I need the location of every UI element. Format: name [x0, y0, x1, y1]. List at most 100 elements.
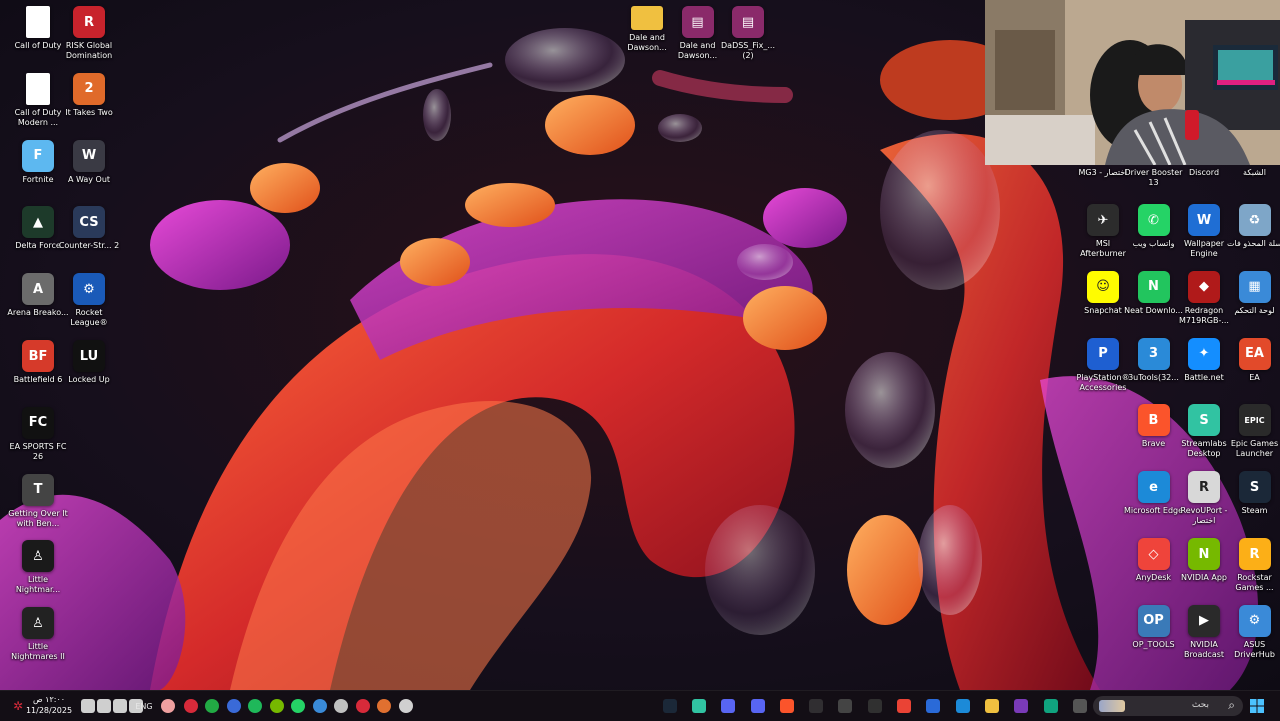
- file-explorer-icon: [985, 699, 999, 713]
- desktop-shortcut[interactable]: ♙Little Nightmares II: [12, 607, 64, 662]
- tray-green-button[interactable]: [245, 691, 267, 721]
- edge-button[interactable]: [948, 691, 977, 721]
- desktop-shortcut[interactable]: MG3 - اختصار: [1077, 168, 1129, 178]
- delta-force-icon: ▲: [22, 206, 54, 238]
- desktop-shortcut[interactable]: ◇AnyDesk: [1128, 538, 1180, 583]
- hammer-icon: T: [22, 474, 54, 506]
- steam-button[interactable]: [655, 691, 684, 721]
- desktop-shortcut-label: لوحة التحكم: [1224, 306, 1280, 316]
- desktop-shortcut[interactable]: WA Way Out: [63, 140, 115, 185]
- desktop-shortcut[interactable]: ✆واتساب ويب: [1128, 204, 1180, 249]
- store-button[interactable]: [919, 691, 948, 721]
- desktop-shortcut[interactable]: SStreamlabs Desktop: [1178, 404, 1230, 459]
- file-explorer-button[interactable]: [977, 691, 1006, 721]
- desktop-shortcut[interactable]: ▤DaDSS_Fix_... (2): [722, 6, 774, 61]
- desktop-shortcut[interactable]: eMicrosoft Edge: [1128, 471, 1180, 516]
- desktop-shortcut[interactable]: PPlayStation® Accessories: [1077, 338, 1129, 393]
- desktop-shortcut[interactable]: 2It Takes Two: [63, 73, 115, 118]
- tray-blue-button[interactable]: [223, 691, 245, 721]
- tray-update-button[interactable]: [309, 691, 331, 721]
- start-button[interactable]: [1247, 691, 1267, 721]
- desktop-shortcut[interactable]: FFortnite: [12, 140, 64, 185]
- desktop-shortcut[interactable]: BBrave: [1128, 404, 1180, 449]
- anydesk-icon: ◇: [1138, 538, 1170, 570]
- tray-red-icon: [184, 699, 198, 713]
- language-indicator[interactable]: ENG: [132, 691, 156, 721]
- tray-steam-button[interactable]: [331, 691, 353, 721]
- wifi-button[interactable]: [96, 691, 112, 721]
- desktop-shortcut-label: Rockstar Games ...: [1224, 573, 1280, 593]
- desktop-shortcut[interactable]: ◆Redragon M719RGB-...: [1178, 271, 1230, 326]
- app-button[interactable]: [831, 691, 860, 721]
- nvidia-broadcast-icon: ▶: [1188, 605, 1220, 637]
- notification-button[interactable]: [80, 691, 96, 721]
- desktop-shortcut[interactable]: ♻سلة المحذو فات: [1229, 204, 1280, 249]
- system-clock[interactable]: ١٢:٠٠ ص 11/28/2025: [24, 694, 74, 716]
- desktop-shortcut[interactable]: AArena Breako...: [12, 273, 64, 318]
- desktop-shortcut[interactable]: OPOP_TOOLS: [1128, 605, 1180, 650]
- tray-play-button[interactable]: [202, 691, 224, 721]
- desktop-shortcut[interactable]: Dale and Dawson...: [621, 6, 673, 53]
- desktop-shortcut[interactable]: ▦لوحة التحكم: [1229, 271, 1280, 316]
- game-app-button[interactable]: [1007, 691, 1036, 721]
- speedometer-button[interactable]: [860, 691, 889, 721]
- discord-button[interactable]: [743, 691, 772, 721]
- desktop-shortcut[interactable]: ⚙Rocket League®: [63, 273, 115, 328]
- desktop-shortcut[interactable]: WWallpaper Engine: [1178, 204, 1230, 259]
- desktop-shortcut[interactable]: ☺Snapchat: [1077, 271, 1129, 316]
- desktop-shortcut[interactable]: FCEA SPORTS FC 26: [12, 407, 64, 462]
- desktop-shortcut[interactable]: NNeat Downlo...: [1128, 271, 1180, 316]
- tray-gear-icon: [399, 699, 413, 713]
- chrome-button[interactable]: [889, 691, 918, 721]
- fc26-icon: FC: [22, 407, 54, 439]
- streamlabs-button[interactable]: [684, 691, 713, 721]
- desktop-shortcut[interactable]: TGetting Over It with Ben...: [12, 474, 64, 529]
- desktop-shortcut[interactable]: ▤Dale and Dawson...: [672, 6, 724, 61]
- tray-record-icon: [356, 699, 370, 713]
- desktop-shortcut[interactable]: CSCounter-Str... 2: [63, 206, 115, 251]
- clock-date: 11/28/2025: [24, 705, 74, 716]
- desktop-shortcut[interactable]: ♙Little Nightmar...: [12, 540, 64, 595]
- desktop-shortcut[interactable]: 33uTools(32...: [1128, 338, 1180, 383]
- obs-button[interactable]: [802, 691, 831, 721]
- desktop-shortcut[interactable]: ⚙ASUS DriverHub: [1229, 605, 1280, 660]
- desktop-shortcut[interactable]: EAEA: [1229, 338, 1280, 383]
- desktop-shortcut[interactable]: RRockstar Games ...: [1229, 538, 1280, 593]
- desktop-shortcut[interactable]: SSteam: [1229, 471, 1280, 516]
- search-thumbnail: [1099, 700, 1125, 712]
- desktop-shortcut-label: It Takes Two: [58, 108, 120, 118]
- desktop-shortcut[interactable]: ✈MSI Afterburner: [1077, 204, 1129, 259]
- desktop-shortcut[interactable]: الشبكة: [1229, 168, 1280, 178]
- brave-icon: [780, 699, 794, 713]
- desktop-shortcut[interactable]: EPICEpic Games Launcher: [1229, 404, 1280, 459]
- desktop-shortcut[interactable]: ▲Delta Force: [12, 206, 64, 251]
- desktop-shortcut[interactable]: ▶NVIDIA Broadcast: [1178, 605, 1230, 660]
- tray-app-button[interactable]: [374, 691, 396, 721]
- locked-up-icon: LU: [73, 340, 105, 372]
- whatsapp-icon: ✆: [1138, 204, 1170, 236]
- chatgpt-button[interactable]: [1036, 691, 1065, 721]
- desktop-shortcut[interactable]: LULocked Up: [63, 340, 115, 385]
- desktop-shortcut[interactable]: ✦Battle.net: [1178, 338, 1230, 383]
- desktop-shortcut[interactable]: BFBattlefield 6: [12, 340, 64, 385]
- tray-nvidia-button[interactable]: [266, 691, 288, 721]
- desktop-shortcut[interactable]: RRISK Global Domination: [63, 6, 115, 61]
- tray-red-button[interactable]: [180, 691, 202, 721]
- microphone-button[interactable]: [161, 691, 175, 721]
- ring-app-button[interactable]: [714, 691, 743, 721]
- desktop-shortcut[interactable]: Call of Duty: [12, 6, 64, 51]
- volume-button[interactable]: [112, 691, 128, 721]
- tray-whatsapp-button[interactable]: [288, 691, 310, 721]
- tray-app-icon: [377, 699, 391, 713]
- terminal-button[interactable]: [1065, 691, 1094, 721]
- a-way-out-icon: W: [73, 140, 105, 172]
- desktop-shortcut[interactable]: RRevoUPort - اختصار: [1178, 471, 1230, 526]
- taskbar-search-box[interactable]: بحث ⌕: [1093, 696, 1243, 716]
- brave-button[interactable]: [772, 691, 801, 721]
- desktop-shortcut[interactable]: Call of Duty Modern ...: [12, 73, 64, 128]
- desktop-shortcut[interactable]: NNVIDIA App: [1178, 538, 1230, 583]
- tray-gear-button[interactable]: [395, 691, 417, 721]
- desktop-shortcut[interactable]: Discord: [1178, 168, 1230, 178]
- tray-record-button[interactable]: [352, 691, 374, 721]
- desktop-shortcut[interactable]: Driver Booster 13: [1128, 168, 1180, 188]
